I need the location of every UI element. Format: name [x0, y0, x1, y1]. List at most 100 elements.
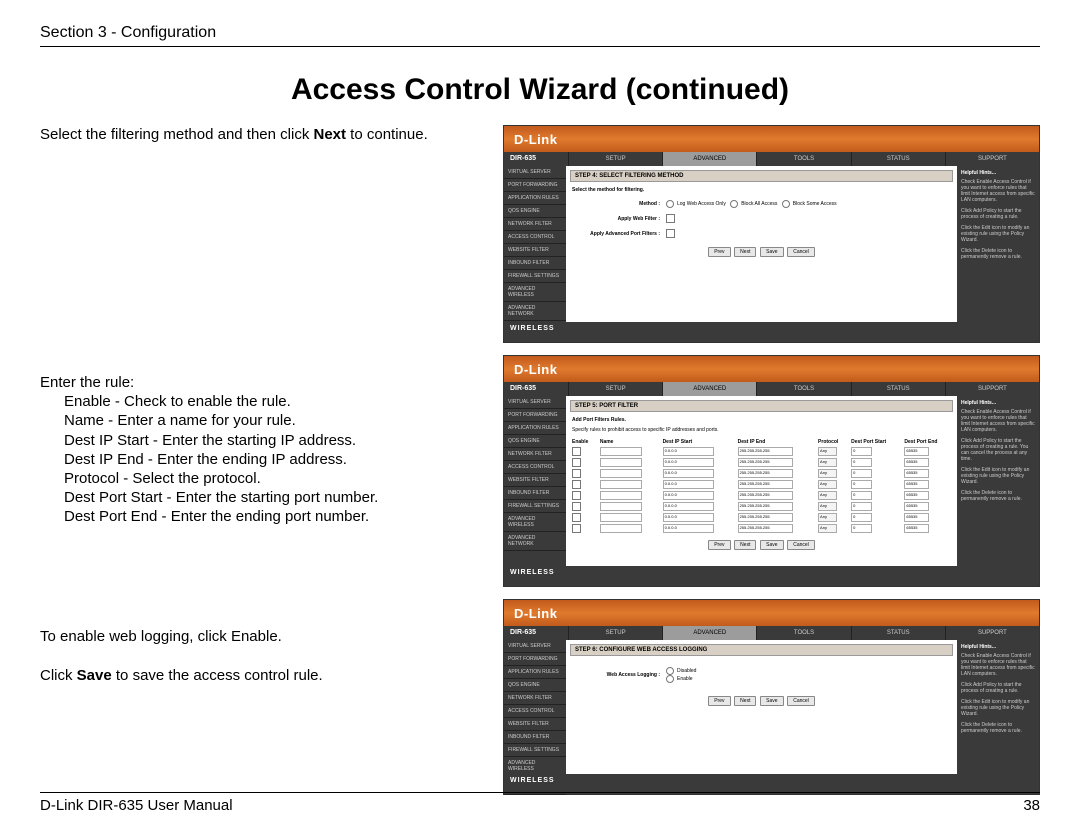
ipstart-input[interactable]: 0.0.0.0 [663, 491, 714, 500]
sidebar-item[interactable]: ADVANCED NETWORK [504, 302, 566, 321]
enable-checkbox[interactable] [572, 469, 581, 478]
next-button[interactable]: Next [734, 696, 756, 706]
sidebar-item[interactable]: ACCESS CONTROL [504, 705, 566, 718]
name-input[interactable] [600, 458, 642, 467]
name-input[interactable] [600, 524, 642, 533]
ipstart-input[interactable]: 0.0.0.0 [663, 502, 714, 511]
sidebar-item[interactable]: QOS ENGINE [504, 205, 566, 218]
sidebar-item[interactable]: FIREWALL SETTINGS [504, 500, 566, 513]
ipend-input[interactable]: 255.255.255.255 [738, 458, 793, 467]
name-input[interactable] [600, 480, 642, 489]
enable-checkbox[interactable] [572, 524, 581, 533]
portstart-input[interactable]: 0 [851, 447, 872, 456]
sidebar-item[interactable]: VIRTUAL SERVER [504, 396, 566, 409]
sidebar-item[interactable]: PORT FORWARDING [504, 409, 566, 422]
sidebar-item[interactable]: VIRTUAL SERVER [504, 640, 566, 653]
ipend-input[interactable]: 255.255.255.255 [738, 480, 793, 489]
tab-tools[interactable]: TOOLS [756, 382, 850, 396]
portstart-input[interactable]: 0 [851, 491, 872, 500]
sidebar-item[interactable]: NETWORK FILTER [504, 448, 566, 461]
sidebar-item[interactable]: WEBSITE FILTER [504, 718, 566, 731]
sidebar-item[interactable]: ACCESS CONTROL [504, 231, 566, 244]
portend-input[interactable]: 65535 [904, 502, 929, 511]
name-input[interactable] [600, 491, 642, 500]
prev-button[interactable]: Prev [708, 696, 730, 706]
save-button[interactable]: Save [760, 247, 783, 257]
ipend-input[interactable]: 255.255.255.255 [738, 524, 793, 533]
sidebar-item[interactable]: VIRTUAL SERVER [504, 166, 566, 179]
checkbox-icon[interactable] [666, 229, 675, 238]
name-input[interactable] [600, 447, 642, 456]
radio-icon[interactable] [666, 667, 674, 675]
ipstart-input[interactable]: 0.0.0.0 [663, 458, 714, 467]
sidebar-item[interactable]: ADVANCED WIRELESS [504, 513, 566, 532]
sidebar-item[interactable]: APPLICATION RULES [504, 422, 566, 435]
prev-button[interactable]: Prev [708, 247, 730, 257]
sidebar-item[interactable]: WEBSITE FILTER [504, 474, 566, 487]
portend-input[interactable]: 65535 [904, 469, 929, 478]
ipstart-input[interactable]: 0.0.0.0 [663, 513, 714, 522]
enable-checkbox[interactable] [572, 447, 581, 456]
tab-status[interactable]: STATUS [851, 382, 945, 396]
portstart-input[interactable]: 0 [851, 480, 872, 489]
enable-checkbox[interactable] [572, 513, 581, 522]
sidebar-item[interactable]: ADVANCED NETWORK [504, 532, 566, 551]
prev-button[interactable]: Prev [708, 540, 730, 550]
save-button[interactable]: Save [760, 540, 783, 550]
sidebar-item[interactable]: ACCESS CONTROL [504, 461, 566, 474]
sidebar-item[interactable]: APPLICATION RULES [504, 666, 566, 679]
sidebar-item[interactable]: INBOUND FILTER [504, 731, 566, 744]
tab-advanced[interactable]: ADVANCED [662, 152, 756, 166]
ipstart-input[interactable]: 0.0.0.0 [663, 524, 714, 533]
sidebar-item[interactable]: NETWORK FILTER [504, 218, 566, 231]
ipend-input[interactable]: 255.255.255.255 [738, 469, 793, 478]
save-button[interactable]: Save [760, 696, 783, 706]
name-input[interactable] [600, 469, 642, 478]
radio-icon[interactable] [666, 200, 674, 208]
portstart-input[interactable]: 0 [851, 502, 872, 511]
ipstart-input[interactable]: 0.0.0.0 [663, 469, 714, 478]
protocol-select[interactable]: Any [818, 469, 837, 478]
tab-setup[interactable]: SETUP [568, 152, 662, 166]
radio-icon[interactable] [782, 200, 790, 208]
protocol-select[interactable]: Any [818, 513, 837, 522]
ipend-input[interactable]: 255.255.255.255 [738, 513, 793, 522]
tab-advanced[interactable]: ADVANCED [662, 626, 756, 640]
tab-support[interactable]: SUPPORT [945, 382, 1039, 396]
tab-status[interactable]: STATUS [851, 152, 945, 166]
sidebar-item[interactable]: QOS ENGINE [504, 679, 566, 692]
portend-input[interactable]: 65535 [904, 524, 929, 533]
sidebar-item[interactable]: NETWORK FILTER [504, 692, 566, 705]
portend-input[interactable]: 65535 [904, 480, 929, 489]
sidebar-item[interactable]: INBOUND FILTER [504, 257, 566, 270]
sidebar-item[interactable]: WEBSITE FILTER [504, 244, 566, 257]
ipend-input[interactable]: 255.255.255.255 [738, 502, 793, 511]
enable-checkbox[interactable] [572, 491, 581, 500]
portstart-input[interactable]: 0 [851, 524, 872, 533]
sidebar-item[interactable]: PORT FORWARDING [504, 179, 566, 192]
ipend-input[interactable]: 255.255.255.255 [738, 491, 793, 500]
portstart-input[interactable]: 0 [851, 513, 872, 522]
tab-support[interactable]: SUPPORT [945, 626, 1039, 640]
protocol-select[interactable]: Any [818, 524, 837, 533]
sidebar-item[interactable]: QOS ENGINE [504, 435, 566, 448]
cancel-button[interactable]: Cancel [787, 696, 815, 706]
ipstart-input[interactable]: 0.0.0.0 [663, 447, 714, 456]
tab-setup[interactable]: SETUP [568, 382, 662, 396]
enable-checkbox[interactable] [572, 502, 581, 511]
name-input[interactable] [600, 513, 642, 522]
tab-advanced[interactable]: ADVANCED [662, 382, 756, 396]
portstart-input[interactable]: 0 [851, 469, 872, 478]
ipend-input[interactable]: 255.255.255.255 [738, 447, 793, 456]
cancel-button[interactable]: Cancel [787, 247, 815, 257]
sidebar-item[interactable]: PORT FORWARDING [504, 653, 566, 666]
enable-checkbox[interactable] [572, 458, 581, 467]
portend-input[interactable]: 65535 [904, 447, 929, 456]
protocol-select[interactable]: Any [818, 480, 837, 489]
sidebar-item[interactable]: FIREWALL SETTINGS [504, 270, 566, 283]
sidebar-item[interactable]: INBOUND FILTER [504, 487, 566, 500]
sidebar-item[interactable]: APPLICATION RULES [504, 192, 566, 205]
protocol-select[interactable]: Any [818, 458, 837, 467]
next-button[interactable]: Next [734, 247, 756, 257]
portend-input[interactable]: 65535 [904, 513, 929, 522]
